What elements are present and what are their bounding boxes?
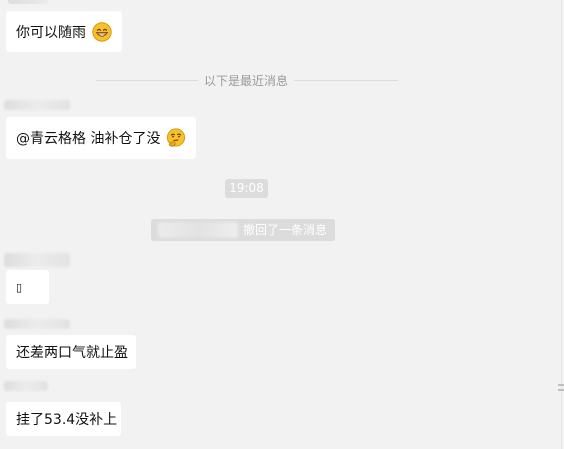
message-bubble[interactable]: 你可以随雨 <box>6 11 122 52</box>
blurred-sender-name <box>4 100 70 110</box>
blurred-sender-name <box>158 222 238 238</box>
message-bubble[interactable]: 还差两口气就止盈 <box>6 335 136 369</box>
message-text: ▯ <box>16 280 23 294</box>
recall-notice-text: 撤回了一条消息 <box>243 223 328 237</box>
scrollbar[interactable] <box>558 0 564 449</box>
blurred-sender-name <box>8 0 48 4</box>
message-text: 你可以随雨 <box>16 24 86 41</box>
message-bubble[interactable]: @青云格格 油补仓了没 <box>6 117 196 159</box>
message-text: 挂了53.4没补上 <box>16 412 118 428</box>
message-bubble[interactable]: 挂了53.4没补上 <box>6 402 121 436</box>
blurred-sender-name <box>4 319 70 329</box>
message-bubble[interactable]: ▯ <box>6 270 49 304</box>
timestamp-chip: 19:08 <box>225 179 268 198</box>
grin-emoji-icon <box>92 21 112 42</box>
recent-messages-label: 以下是最近消息 <box>198 73 294 89</box>
thinking-emoji-icon <box>166 128 186 148</box>
scrollbar-marker <box>558 389 564 391</box>
scrollbar-track[interactable] <box>561 0 562 449</box>
message-text: @青云格格 油补仓了没 <box>16 131 161 147</box>
scrollbar-marker <box>558 384 564 386</box>
blurred-sender-name <box>4 253 70 267</box>
message-text: 还差两口气就止盈 <box>16 345 128 361</box>
blurred-sender-name <box>4 381 48 391</box>
chat-message-list[interactable]: 你可以随雨 以下是最近消息 @青云格格 油补仓了没 19:08 撤回了一条消息 … <box>0 0 564 449</box>
recall-notice: 撤回了一条消息 <box>151 219 335 241</box>
